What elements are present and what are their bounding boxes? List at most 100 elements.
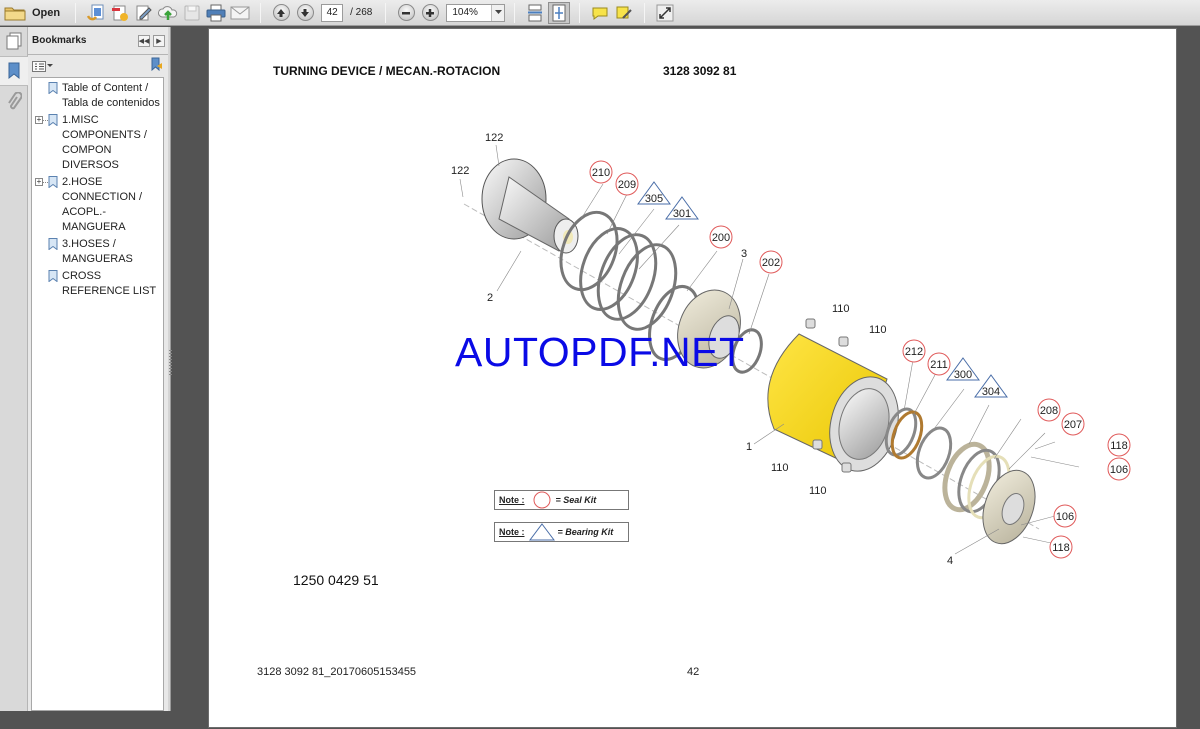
navigation-pane — [0, 27, 28, 711]
seal-kit-callout: 202 — [759, 250, 783, 274]
note-label: Note : — [499, 495, 525, 505]
seal-kit-callout: 118 — [1107, 433, 1131, 457]
upload-button[interactable] — [157, 2, 179, 24]
bookmark-icon — [48, 82, 58, 94]
part-shaft — [481, 158, 579, 254]
bookmark-options-button[interactable] — [32, 60, 53, 72]
toolbar-separator — [75, 2, 77, 23]
combine-files-button[interactable] — [109, 2, 131, 24]
toolbar-separator — [385, 2, 387, 23]
open-label: Open — [32, 6, 61, 19]
seal-kit-label: 212 — [905, 346, 923, 358]
folder-open-icon — [4, 7, 26, 20]
bookmark-item[interactable]: Table of Content / Tabla de contenidos — [32, 81, 163, 111]
next-page-button[interactable] — [294, 2, 316, 24]
pages-panel-button[interactable] — [4, 30, 24, 52]
double-chevron-left-icon: ◀◀ — [138, 37, 150, 45]
bookmark-item[interactable]: CROSS REFERENCE LIST — [32, 269, 163, 299]
toolbar-separator — [514, 2, 516, 23]
attachments-panel-button[interactable] — [4, 91, 24, 113]
bookmark-icon — [48, 238, 58, 250]
part-label-2: 2 — [487, 292, 493, 304]
footer-page-number: 42 — [687, 666, 700, 678]
part-label-122: 122 — [485, 132, 503, 144]
zoom-level-value: 104% — [452, 6, 478, 18]
highlight-button[interactable] — [613, 2, 635, 24]
zoom-dropdown-button[interactable] — [491, 4, 505, 21]
seal-circle-icon — [533, 491, 550, 509]
seal-kit-label: 211 — [930, 359, 948, 371]
combine-files-icon — [112, 5, 129, 21]
seal-kit-label: 200 — [712, 232, 730, 244]
part-label-3: 3 — [741, 248, 747, 260]
zoom-out-button[interactable] — [395, 2, 417, 24]
expand-toggle[interactable]: + — [35, 116, 43, 124]
pages-icon — [6, 32, 22, 50]
seal-kit-label: 208 — [1040, 405, 1058, 417]
comment-icon — [592, 7, 608, 20]
open-button[interactable]: Open — [4, 2, 66, 24]
expand-toggle[interactable]: + — [35, 178, 43, 186]
part-label-4: 4 — [947, 555, 953, 567]
bearing-kit-callout: 301 — [665, 196, 699, 220]
save-button[interactable] — [181, 2, 203, 24]
bearing-triangle-icon — [528, 523, 555, 541]
bookmark-item[interactable]: + 1.MISC COMPONENTS / COMPON DIVERSOS — [32, 113, 163, 173]
seal-kit-callout: 209 — [615, 172, 639, 196]
bookmark-goto-button[interactable] — [150, 57, 164, 76]
bookmarks-panel: Bookmarks ◀◀ ▶ Table of Content / Tabla … — [28, 27, 168, 711]
note-label: Note : — [499, 527, 525, 537]
bookmarks-panel-button[interactable] — [4, 60, 24, 82]
seal-kit-callout: 210 — [589, 160, 613, 184]
bookmark-label: 3.HOSES / MANGUERAS — [62, 238, 133, 265]
bearing-kit-label: 301 — [673, 208, 691, 220]
print-button[interactable] — [205, 2, 227, 24]
print-icon — [206, 4, 226, 21]
seal-kit-callout: 207 — [1061, 412, 1085, 436]
bookmark-label: 2.HOSE CONNECTION / ACOPL.-MANGUERA — [62, 176, 143, 233]
bookmark-item[interactable]: 3.HOSES / MANGUERAS — [32, 237, 163, 267]
part-label-122: 122 — [451, 165, 469, 177]
full-screen-button[interactable] — [654, 2, 676, 24]
fit-page-button[interactable] — [548, 1, 571, 24]
previous-page-button[interactable] — [270, 2, 292, 24]
bookmark-icon — [48, 114, 58, 126]
bookmark-icon — [48, 270, 58, 282]
edit-button[interactable] — [133, 2, 155, 24]
options-menu-icon — [32, 60, 46, 72]
save-icon — [184, 5, 200, 20]
seal-kit-label: 118 — [1052, 542, 1070, 554]
splitter-grip[interactable] — [169, 350, 172, 376]
comment-button[interactable] — [589, 2, 611, 24]
footer-document-id: 3128 3092 81_20170605153455 — [257, 666, 417, 678]
fit-width-button[interactable] — [524, 2, 546, 24]
upload-cloud-icon — [158, 5, 178, 20]
seal-kit-callout: 200 — [709, 225, 733, 249]
part-label-110: 110 — [771, 462, 789, 474]
create-pdf-button[interactable] — [85, 2, 107, 24]
bearing-kit-label: 300 — [954, 369, 972, 381]
part-label-110: 110 — [809, 485, 827, 497]
zoom-level-select[interactable]: 104% — [446, 3, 506, 22]
seal-kit-callout: 211 — [927, 352, 951, 376]
toolbar-separator — [644, 2, 646, 23]
previous-page-icon — [277, 8, 286, 17]
new-bookmark-icon — [151, 57, 162, 71]
fit-width-icon — [528, 4, 543, 21]
email-icon — [230, 6, 250, 19]
toolbar-separator — [579, 2, 581, 23]
collapse-panel-button[interactable]: ◀◀ — [138, 34, 150, 47]
bookmarks-icon — [8, 62, 20, 80]
bookmark-label: 1.MISC COMPONENTS / COMPON DIVERSOS — [62, 114, 147, 171]
expand-panel-button[interactable]: ▶ — [153, 34, 165, 47]
bookmark-item[interactable]: + 2.HOSE CONNECTION / ACOPL.-MANGUERA — [32, 175, 163, 235]
seal-kit-note: Note : = Seal Kit — [494, 490, 629, 510]
seal-kit-label: 118 — [1110, 440, 1128, 452]
zoom-in-button[interactable] — [419, 2, 441, 24]
page-number-input[interactable]: 42 — [321, 3, 344, 22]
edit-icon — [136, 5, 152, 20]
part-housing — [767, 333, 899, 472]
seal-kit-label: 210 — [592, 167, 610, 179]
email-button[interactable] — [229, 2, 251, 24]
watermark: AUTOPDF.NET — [455, 329, 745, 375]
